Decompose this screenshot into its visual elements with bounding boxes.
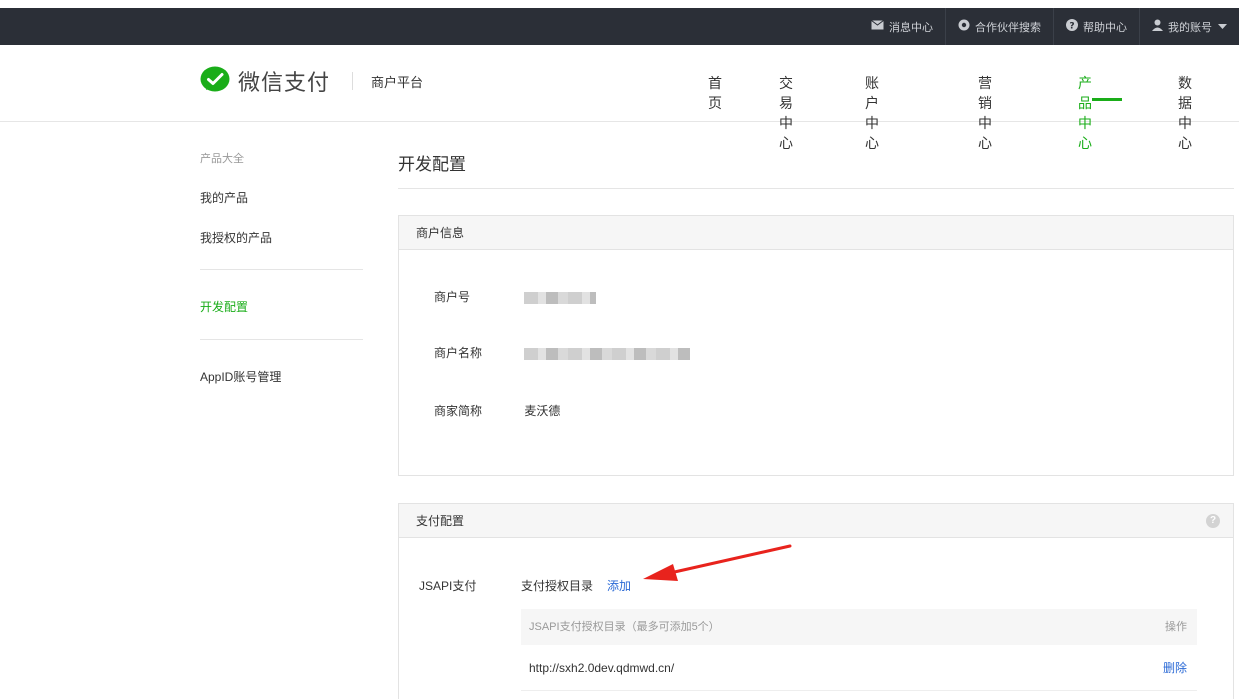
sidebar-divider xyxy=(200,339,363,340)
my-account-label: 我的账号 xyxy=(1168,21,1212,34)
sidebar-item-authorized-products[interactable]: 我授权的产品 xyxy=(200,229,272,246)
merchant-info-panel: 商户信息 商户号 商户名称 商家简称 麦沃德 xyxy=(398,215,1234,476)
brand-name: 微信支付 xyxy=(238,70,331,95)
title-divider xyxy=(398,188,1234,189)
platform-name: 商户平台 xyxy=(371,74,424,90)
sidebar-group-title: 产品大全 xyxy=(200,153,244,165)
top-bar-menu: 消息中心 合作伙伴搜索 ? 帮助中心 我的账号 xyxy=(859,8,1239,45)
help-circle-icon: ? xyxy=(1066,19,1078,34)
user-icon xyxy=(1152,19,1163,34)
message-center-link[interactable]: 消息中心 xyxy=(859,8,945,45)
partner-search-icon xyxy=(958,19,970,34)
merchant-short-name-value: 麦沃德 xyxy=(524,404,561,418)
nav-transactions[interactable]: 交易中心 xyxy=(779,73,793,153)
partner-search-label: 合作伙伴搜索 xyxy=(975,21,1041,34)
pay-directory-label: 支付授权目录 xyxy=(521,579,594,593)
main-header: 微信支付 商户平台 首页 交易中心 账户中心 营销中心 产品中心 数据中心 xyxy=(0,45,1239,151)
merchant-name-value-redacted xyxy=(524,347,691,360)
merchant-id-label: 商户号 xyxy=(434,290,471,304)
brand-logo[interactable]: 微信支付 商户平台 xyxy=(200,65,423,97)
nav-account[interactable]: 账户中心 xyxy=(865,73,879,153)
merchant-id-value-redacted xyxy=(524,291,597,304)
payment-config-title: 支付配置 xyxy=(416,514,465,528)
annotation-arrow-icon xyxy=(643,544,792,581)
help-center-link[interactable]: ? 帮助中心 xyxy=(1054,8,1139,45)
nav-active-underline xyxy=(1092,98,1122,101)
nav-marketing[interactable]: 营销中心 xyxy=(978,73,992,153)
merchant-id-row: 商户号 xyxy=(434,288,597,305)
help-icon[interactable]: ? xyxy=(1206,514,1220,528)
jsapi-pay-label: JSAPI支付 xyxy=(419,579,477,593)
payment-config-header: 支付配置 ? xyxy=(399,504,1233,538)
directory-table: JSAPI支付授权目录（最多可添加5个） 操作 http://sxh2.0dev… xyxy=(521,609,1197,691)
chevron-down-icon xyxy=(1218,21,1227,33)
top-bar: 消息中心 合作伙伴搜索 ? 帮助中心 我的账号 xyxy=(0,0,1239,45)
directory-column-header: JSAPI支付授权目录（最多可添加5个） xyxy=(529,621,720,633)
operation-column-header: 操作 xyxy=(1165,621,1187,633)
merchant-name-row: 商户名称 xyxy=(434,344,691,361)
add-directory-link[interactable]: 添加 xyxy=(607,577,631,594)
sidebar-item-appid-management[interactable]: AppID账号管理 xyxy=(200,368,281,385)
my-account-menu[interactable]: 我的账号 xyxy=(1140,8,1239,45)
merchant-name-label: 商户名称 xyxy=(434,346,483,360)
merchant-info-header: 商户信息 xyxy=(399,216,1233,250)
directory-table-header: JSAPI支付授权目录（最多可添加5个） 操作 xyxy=(521,609,1197,645)
delete-directory-link[interactable]: 删除 xyxy=(1163,645,1187,691)
nav-home[interactable]: 首页 xyxy=(708,73,722,113)
sidebar-item-dev-config[interactable]: 开发配置 xyxy=(200,298,248,315)
mail-icon xyxy=(871,20,884,33)
help-center-label: 帮助中心 xyxy=(1083,21,1127,34)
merchant-short-name-label: 商家简称 xyxy=(434,404,483,418)
nav-products[interactable]: 产品中心 xyxy=(1078,73,1092,153)
table-row: http://sxh2.0dev.qdmwd.cn/ 删除 xyxy=(521,645,1197,691)
directory-url: http://sxh2.0dev.qdmwd.cn/ xyxy=(529,661,675,675)
svg-text:?: ? xyxy=(1069,22,1074,32)
partner-search-link[interactable]: 合作伙伴搜索 xyxy=(946,8,1053,45)
sidebar-item-my-products[interactable]: 我的产品 xyxy=(200,189,248,206)
payment-config-panel: 支付配置 ? JSAPI支付 支付授权目录 添加 JSAPI支付授权目录（最多可… xyxy=(398,503,1234,699)
sidebar-divider xyxy=(200,269,363,270)
page-title: 开发配置 xyxy=(398,155,466,174)
merchant-short-name-row: 商家简称 麦沃德 xyxy=(434,402,560,419)
message-center-label: 消息中心 xyxy=(889,21,933,34)
nav-data[interactable]: 数据中心 xyxy=(1178,73,1192,153)
wechat-pay-logo-icon xyxy=(200,66,230,97)
